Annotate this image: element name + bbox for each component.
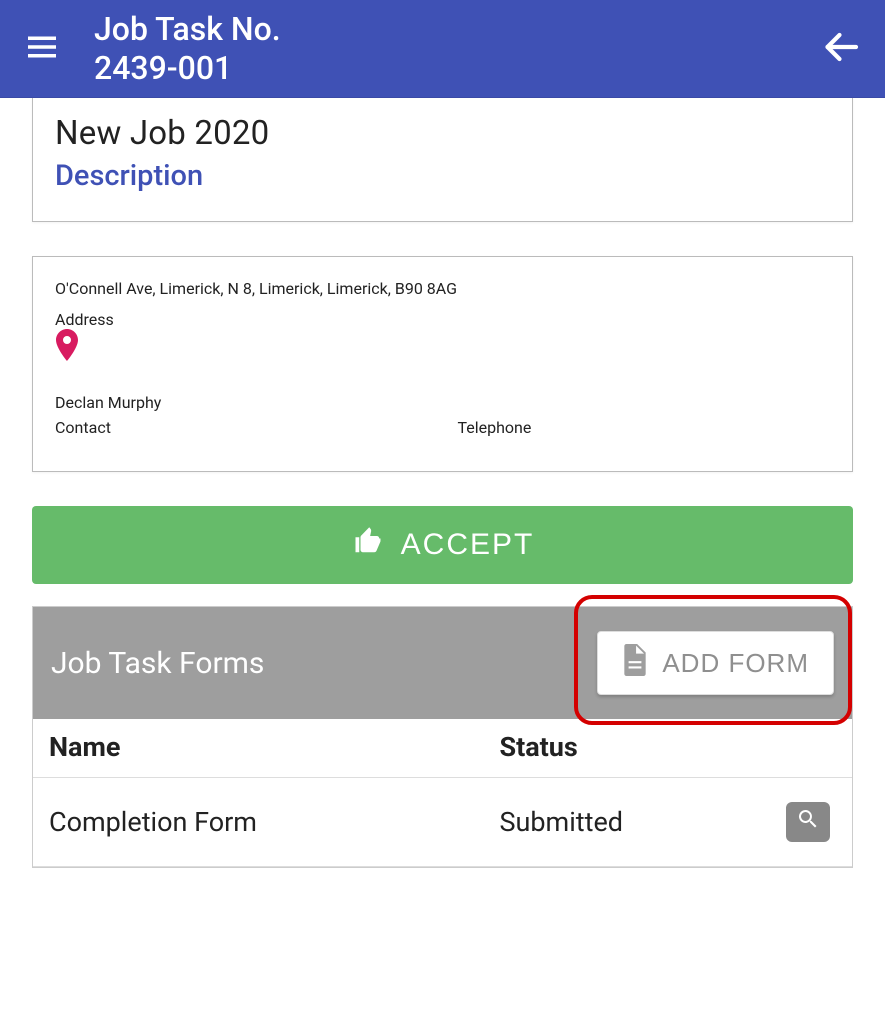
job-title: New Job 2020 <box>55 114 830 153</box>
job-card: New Job 2020 Description <box>32 98 853 222</box>
search-icon <box>796 806 820 838</box>
add-form-label: ADD FORM <box>662 648 809 679</box>
accept-button[interactable]: ACCEPT <box>32 506 853 584</box>
telephone-label[interactable]: Telephone <box>458 418 831 437</box>
menu-button[interactable] <box>22 29 62 69</box>
title-line-1: Job Task No. <box>94 10 281 48</box>
thumbs-up-icon <box>351 526 385 564</box>
map-pin-icon[interactable] <box>55 346 79 365</box>
form-status-cell: Submitted <box>483 778 729 867</box>
description-label[interactable]: Description <box>55 159 830 193</box>
page-title: Job Task No. 2439-001 <box>94 10 281 87</box>
location-card: O'Connell Ave, Limerick, N 8, Limerick, … <box>32 256 853 472</box>
forms-header: Job Task Forms ADD FORM <box>33 607 852 719</box>
document-icon <box>622 644 648 683</box>
back-button[interactable] <box>819 27 863 71</box>
app-header: Job Task No. 2439-001 <box>0 0 885 98</box>
forms-table: Name Status Completion Form Submitted <box>33 719 852 867</box>
column-header-name: Name <box>33 719 483 778</box>
accept-label: ACCEPT <box>401 528 535 562</box>
menu-icon <box>25 33 59 65</box>
column-header-status: Status <box>483 719 729 778</box>
forms-section: Job Task Forms ADD FORM Name Status <box>32 606 853 868</box>
title-line-2: 2439-001 <box>94 49 281 87</box>
form-name-cell: Completion Form <box>33 778 483 867</box>
add-form-button[interactable]: ADD FORM <box>597 631 834 695</box>
arrow-left-icon <box>823 29 859 69</box>
contact-label[interactable]: Contact <box>55 418 428 437</box>
contact-name: Declan Murphy <box>55 393 830 412</box>
view-form-button[interactable] <box>786 802 830 842</box>
table-row[interactable]: Completion Form Submitted <box>33 778 852 867</box>
forms-title: Job Task Forms <box>51 646 264 681</box>
address-label[interactable]: Address <box>55 310 830 329</box>
address-text: O'Connell Ave, Limerick, N 8, Limerick, … <box>55 279 830 298</box>
